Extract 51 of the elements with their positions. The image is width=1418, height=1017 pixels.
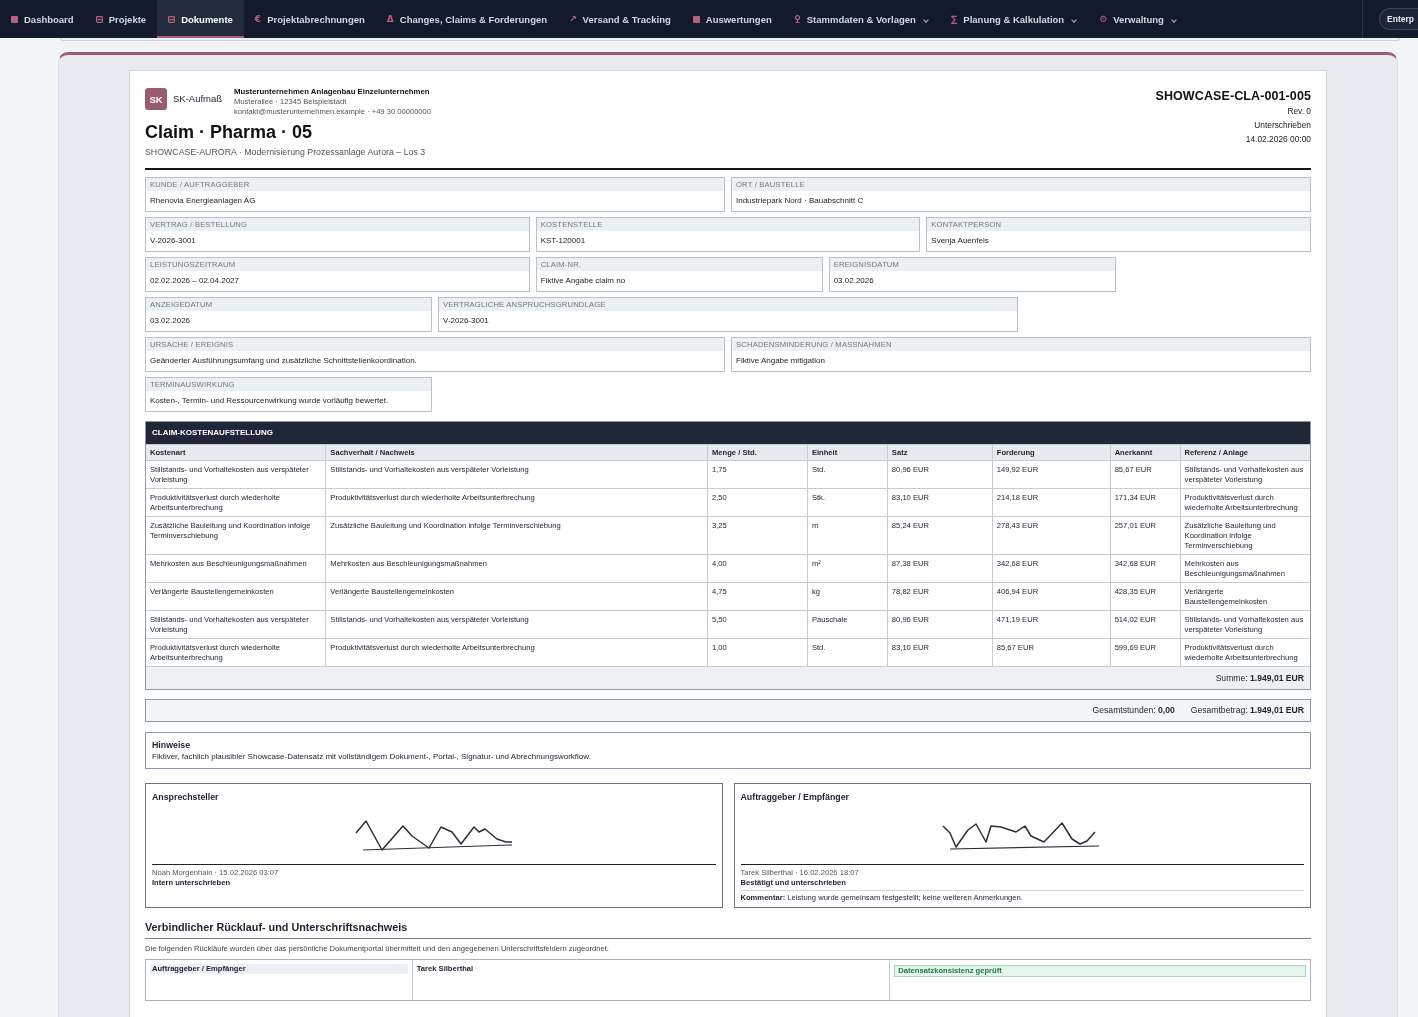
square-icon xyxy=(11,15,18,23)
field-value: KST-120001 xyxy=(539,235,587,247)
nav-tab[interactable]: Dokumente xyxy=(157,0,244,38)
field-value: V-2026-3001 xyxy=(149,235,197,247)
status-text: Unterschrieben xyxy=(1254,119,1311,132)
field-value: Fiktive Angabe claim no xyxy=(539,275,627,287)
field-value: Industriepark Nord · Bauabschnitt C xyxy=(735,195,865,207)
document-subtitle: SHOWCASE-AURORA · Modernisierung Prozessanlage Aurora – Los 3 xyxy=(145,146,427,158)
field-value: Rhenovia Energieanlagen AG xyxy=(149,195,257,207)
nav-tab[interactable]: Dashboard xyxy=(0,0,85,38)
total-text: Gesamtbetrag: 1.949,01 EUR xyxy=(1190,705,1304,716)
square-icon xyxy=(692,15,700,23)
nav-tab[interactable]: € Projektabrechnungen xyxy=(243,0,376,38)
signature-title: Ansprechsteller xyxy=(152,791,220,803)
field-value: Fiktive Angabe mitigation xyxy=(735,355,826,367)
nav-tab[interactable]: Projekte xyxy=(84,0,158,38)
pin-icon xyxy=(793,15,801,23)
field-value: Svenja Auenfels xyxy=(930,235,990,247)
field-value: 02.02.2026 – 02.04.2027 xyxy=(149,275,240,287)
document-number: SHOWCASE-CLA-001-005 xyxy=(1155,88,1311,104)
field-value: Kosten-, Termin- und Ressourcenwirkung wurde vorläufig bewertet. xyxy=(149,395,390,407)
field-value: 03.02.2026 xyxy=(832,275,875,287)
nav-tab[interactable]: Auswertungen xyxy=(681,0,783,38)
notes-text: Fiktiver, fachlich plausibler Showcase-Datensatz mit vollständigem Dokument-, Portal-, Signatur- und Abrechnungsworkflow. xyxy=(152,751,592,763)
nav-tab[interactable]: Stammdaten & Vorlagen xyxy=(782,0,940,38)
document-date: 14.02.2026 00:00 xyxy=(1245,133,1311,146)
brand-logo: SK xyxy=(145,88,167,110)
signature-title: Auftraggeber / Empfänger xyxy=(740,791,850,803)
euro-icon: € xyxy=(254,14,262,24)
gear-icon: ⚙ xyxy=(1099,14,1108,24)
arrow-icon: ↗ xyxy=(569,14,577,24)
section-heading: Verbindlicher Rücklauf- und Unterschriftsnachweis xyxy=(145,920,1311,939)
document-title: Claim · Pharma · 05 xyxy=(145,121,314,143)
field-value: V-2026-3001 xyxy=(442,315,490,327)
panel-icon xyxy=(95,15,103,23)
workspace-button[interactable]: Enterp xyxy=(1379,8,1418,30)
notes-title: Hinweise xyxy=(152,739,192,751)
sum-cell: Summe: 1.949,01 EUR xyxy=(146,666,1310,689)
nav-tab[interactable]: ↗ Versand & Tracking xyxy=(558,0,682,38)
table-title: CLAIM-KOSTENAUFSTELLUNG xyxy=(146,422,1310,444)
nav-tab[interactable]: ⚙ Verwaltung xyxy=(1088,0,1188,38)
field-value: 03.02.2026 xyxy=(149,315,192,327)
nav-tab[interactable]: ∑ Planung & Kalkulation xyxy=(939,0,1089,38)
nav-tab[interactable]: Δ Changes, Claims & Forderungen xyxy=(375,0,559,38)
triangle-icon: Δ xyxy=(386,14,394,24)
sigma-icon: ∑ xyxy=(950,14,958,24)
total-text: Gesamtstunden: 0,00 xyxy=(1092,705,1175,716)
panel-icon xyxy=(168,15,176,23)
brand-name: SK-Aufmaß xyxy=(173,93,224,104)
field-value: Geänderter Ausführungsumfang und zusätzliche Schnittstellenkoordination. xyxy=(149,355,418,367)
revision-text: Rev. 0 xyxy=(1287,105,1311,118)
